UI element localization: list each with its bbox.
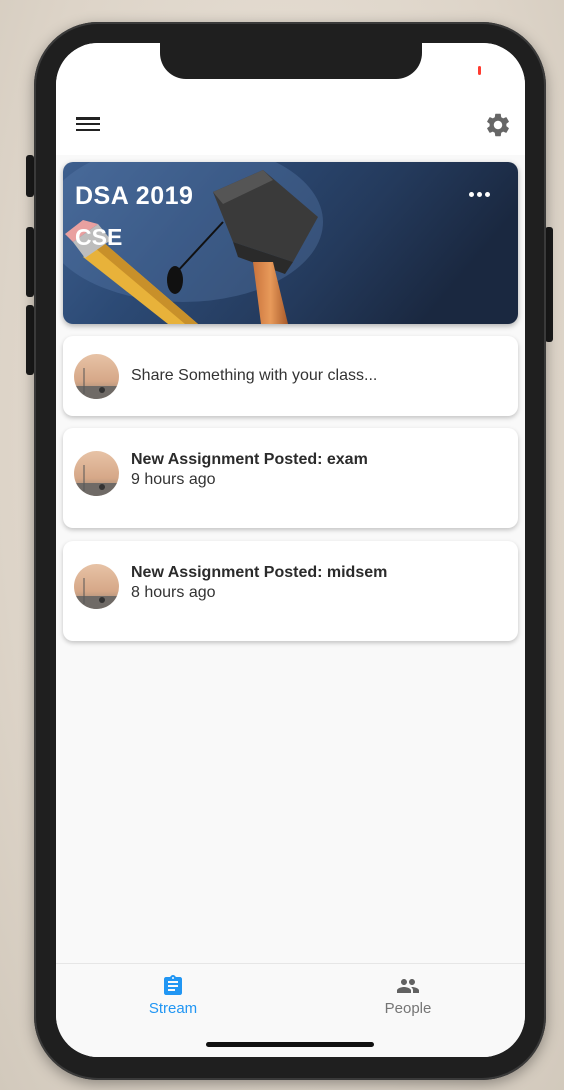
settings-gear-icon[interactable] xyxy=(484,111,512,139)
share-prompt: Share Something with your class... xyxy=(131,367,378,384)
avatar xyxy=(74,451,119,496)
power-button xyxy=(545,227,553,342)
post-title: New Assignment Posted: exam xyxy=(131,451,368,468)
share-card[interactable]: Share Something with your class... xyxy=(63,336,518,416)
assignment-icon xyxy=(164,975,182,995)
status-indicator xyxy=(478,66,481,75)
class-title: DSA 2019 xyxy=(75,182,194,210)
post-title: New Assignment Posted: midsem xyxy=(131,564,388,581)
nav-label-stream: Stream xyxy=(148,1000,198,1017)
mute-switch xyxy=(26,155,34,197)
avatar xyxy=(74,354,119,399)
post-timestamp: 9 hours ago xyxy=(131,471,216,488)
nav-label-people: People xyxy=(384,1000,432,1017)
home-indicator xyxy=(206,1042,374,1047)
more-options-icon[interactable] xyxy=(469,192,490,197)
avatar xyxy=(74,564,119,609)
post-card[interactable]: New Assignment Posted: midsem 8 hours ag… xyxy=(63,541,518,641)
class-banner[interactable]: DSA 2019 CSE xyxy=(63,162,518,324)
app-screen: DSA 2019 CSE Share Something with your c… xyxy=(56,43,525,1057)
volume-up-button xyxy=(26,227,34,297)
people-icon xyxy=(397,979,419,993)
post-card[interactable]: New Assignment Posted: exam 9 hours ago xyxy=(63,428,518,528)
device-notch xyxy=(160,43,422,79)
nav-tab-stream[interactable]: Stream xyxy=(113,974,233,1017)
hamburger-menu-icon[interactable] xyxy=(76,114,100,134)
post-timestamp: 8 hours ago xyxy=(131,584,216,601)
class-subtitle: CSE xyxy=(75,224,123,250)
nav-tab-people[interactable]: People xyxy=(348,974,468,1017)
volume-down-button xyxy=(26,305,34,375)
